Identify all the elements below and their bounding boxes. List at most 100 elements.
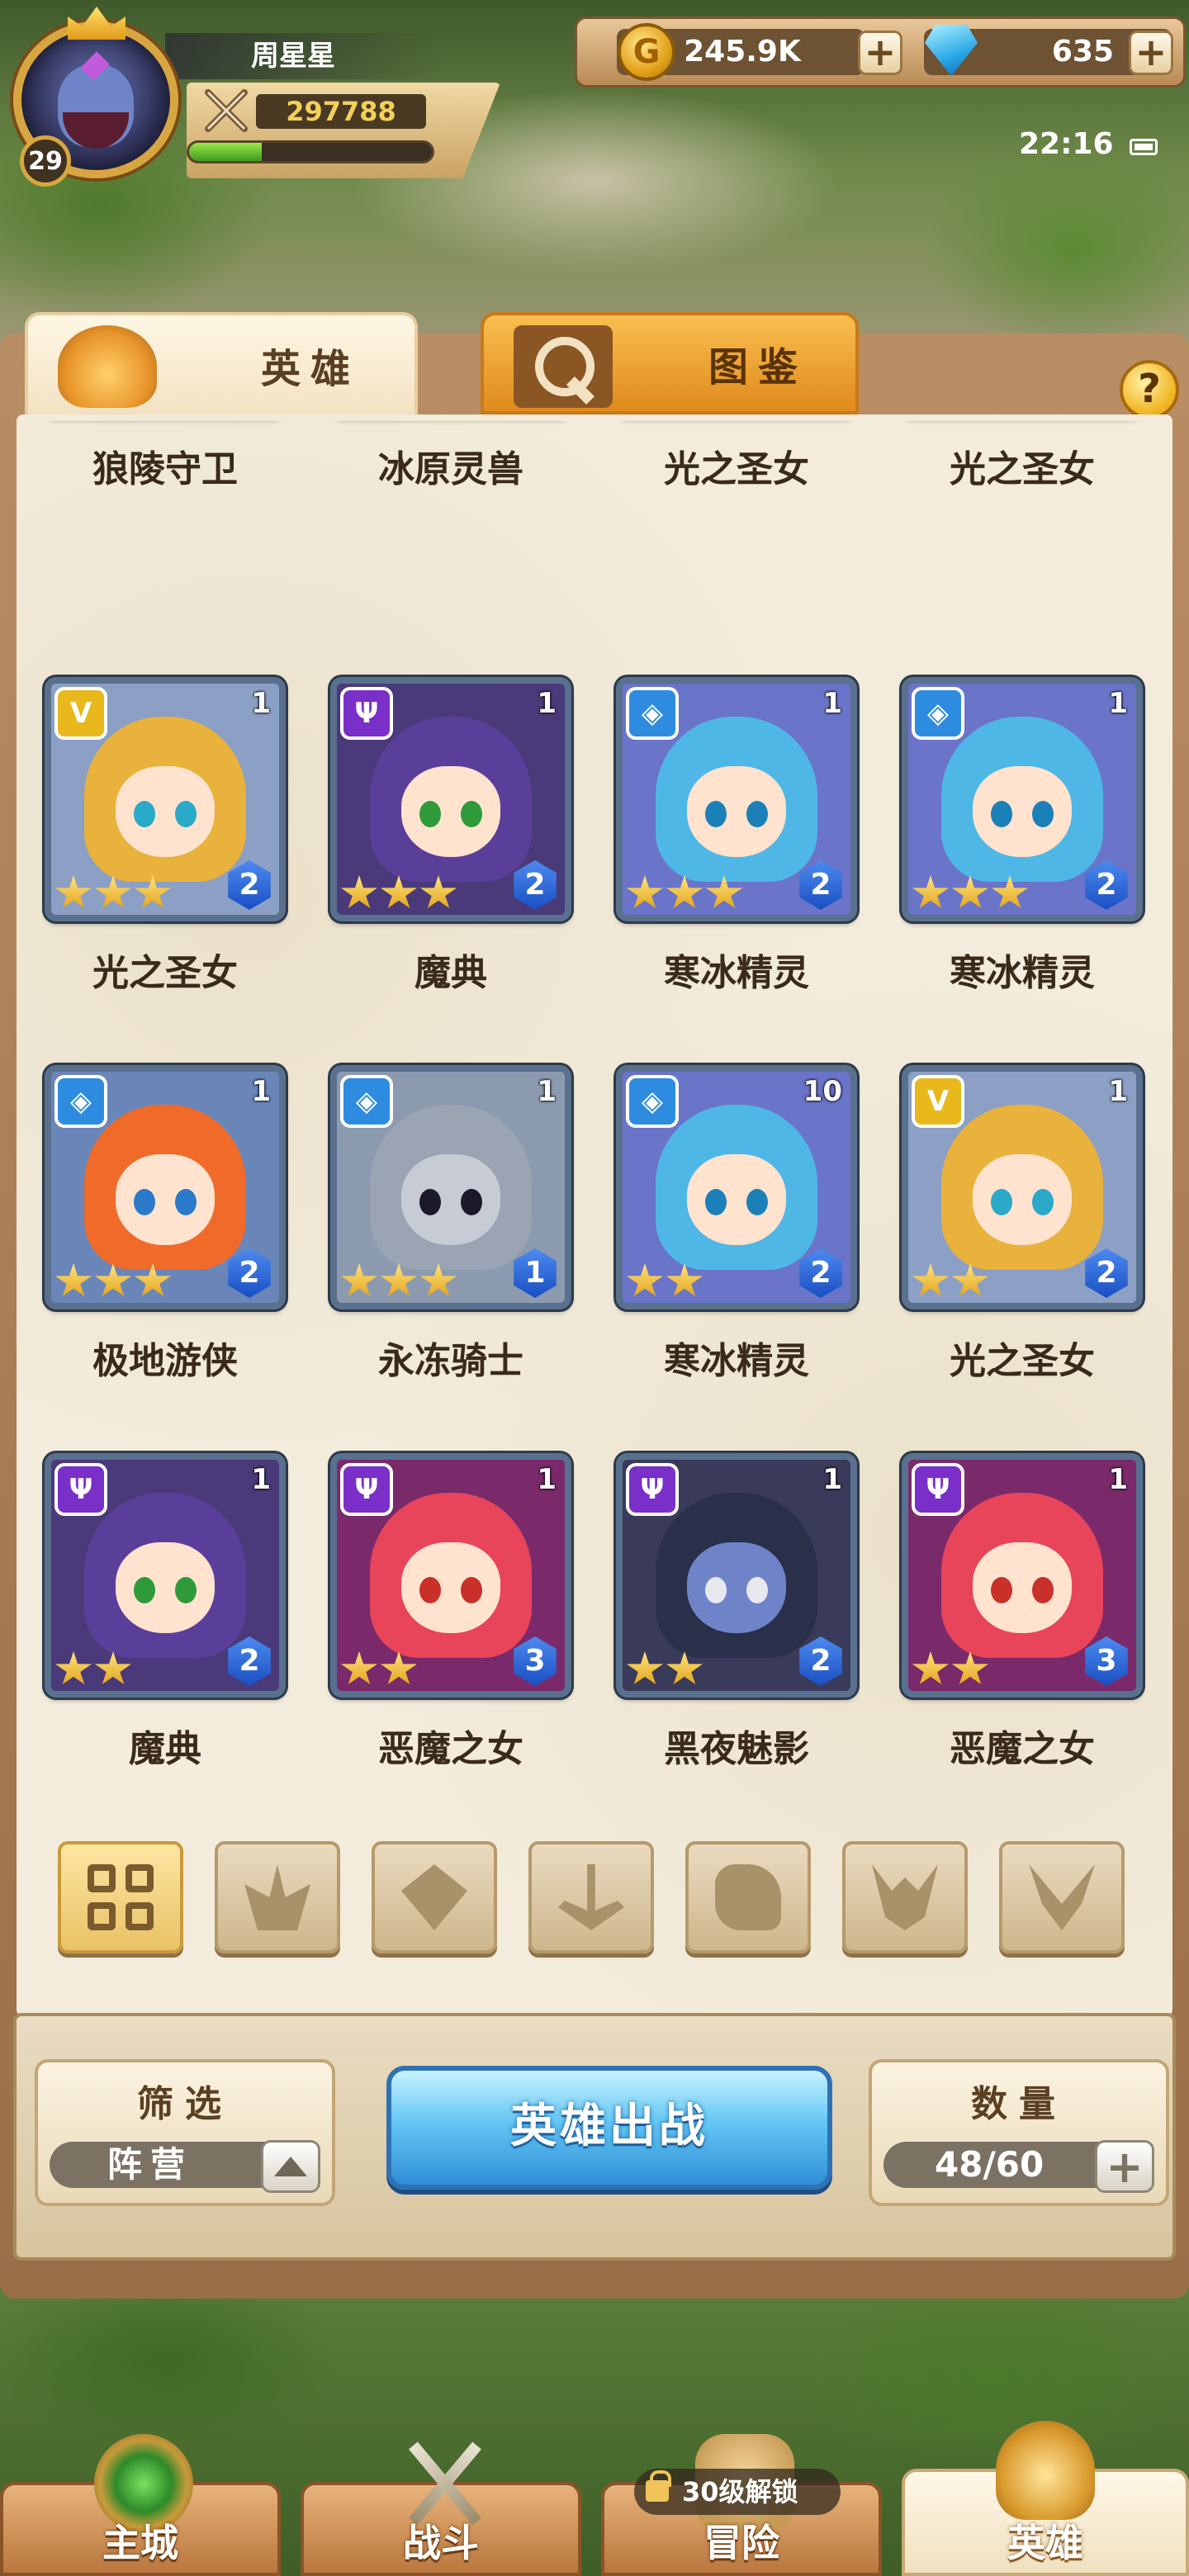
hero-face (687, 1154, 786, 1245)
nav-battle-label: 战斗 (403, 2521, 479, 2565)
demon-faction-icon: Ψ (626, 1463, 679, 1516)
hero-helmet-icon (996, 2421, 1095, 2520)
filter-beast-button[interactable] (685, 1841, 811, 1953)
hero-name: 永冻骑士 (378, 1340, 523, 1382)
hero-name: 恶魔之女 (950, 1728, 1095, 1770)
player-name: 周星星 (165, 33, 446, 79)
hero-card[interactable]: 3狼陵守卫 (17, 421, 297, 520)
exp-bar (187, 140, 434, 163)
hero-eye (746, 801, 768, 827)
light-icon (1029, 1864, 1095, 1930)
light-faction-icon: V (54, 687, 107, 740)
hero-card[interactable]: Ψ 1 2 黑夜魅影 (588, 1453, 869, 1800)
hero-face (401, 766, 500, 857)
player-avatar[interactable]: 29 (8, 7, 190, 187)
nav-main-city[interactable]: 主城 (0, 2434, 281, 2576)
filter-light-button[interactable] (999, 1841, 1125, 1953)
tab-codex[interactable]: 图鉴 (481, 312, 859, 414)
filter-toggle-button[interactable] (261, 2140, 320, 2193)
anchor-icon (558, 1864, 624, 1930)
hero-name: 光之圣女 (950, 1340, 1095, 1382)
hero-card[interactable]: 2冰原灵兽 (302, 421, 583, 520)
hero-card[interactable]: ◈ 1 1 永冻骑士 (302, 1065, 583, 1412)
expand-capacity-button[interactable]: + (1095, 2140, 1154, 2193)
hero-portrait-frame: Ψ12 (45, 1453, 286, 1698)
faction-filter-bar (58, 1841, 1125, 1953)
star-icon (666, 875, 703, 909)
hero-star-rating (54, 1263, 172, 1300)
hero-eye (746, 1189, 768, 1215)
star-icon (94, 1651, 132, 1685)
hero-card[interactable]: Ψ 1 2 魔典 (302, 677, 583, 1024)
tab-heroes[interactable]: 英雄 (25, 312, 418, 414)
nav-heroes[interactable]: 英雄 (902, 2421, 1189, 2576)
hero-card[interactable]: V 1 2 光之圣女 (874, 1065, 1154, 1412)
sort-filter-box: 筛选 阵营 (35, 2059, 335, 2206)
hero-face (401, 1542, 500, 1633)
deploy-heroes-button[interactable]: 英雄出战 (386, 2066, 832, 2190)
hero-copy-count: 1 (822, 687, 842, 720)
hero-name: 黑夜魅影 (664, 1728, 809, 1770)
hero-card[interactable]: Ψ 1 3 恶魔之女 (874, 1453, 1154, 1800)
hero-card[interactable]: V 1 2 光之圣女 (17, 677, 297, 1024)
hero-star-rating (340, 1651, 418, 1688)
demon-faction-icon: Ψ (912, 1463, 964, 1516)
hero-grid[interactable]: 3狼陵守卫2冰原灵兽光之圣女光之圣女V12光之圣女Ψ12魔典◈12寒冰精灵◈12… (17, 421, 1172, 1808)
star-icon (419, 1263, 457, 1297)
hero-name: 冰原灵兽 (378, 448, 523, 490)
hero-copy-count: 1 (1108, 1463, 1128, 1496)
star-icon (94, 875, 132, 909)
all-grid-icon (88, 1864, 154, 1930)
star-icon (340, 875, 378, 909)
hero-copy-count: 1 (1108, 687, 1128, 720)
hero-eye (175, 801, 197, 827)
hero-face (973, 1542, 1072, 1633)
hero-card[interactable]: ◈ 10 2 寒冰精灵 (588, 1065, 869, 1412)
hero-card[interactable]: ◈ 1 2 寒冰精灵 (874, 677, 1154, 1024)
hero-copy-count: 1 (822, 1463, 842, 1496)
ice-faction-icon: ◈ (340, 1075, 393, 1128)
hero-copy-count: 1 (537, 1463, 557, 1496)
ice-faction-icon: ◈ (54, 1075, 107, 1128)
hero-name: 光之圣女 (664, 448, 809, 490)
filter-all-button[interactable] (58, 1841, 183, 1953)
combat-power: 297788 (256, 94, 426, 129)
filter-anchor-button[interactable] (528, 1841, 654, 1953)
hero-card[interactable]: ◈ 1 2 寒冰精灵 (588, 677, 869, 1024)
clock: 22:16 (1019, 127, 1114, 161)
star-icon (626, 1651, 664, 1685)
demon-faction-icon: Ψ (54, 1463, 107, 1516)
hero-face (116, 766, 215, 857)
nav-main-city-label: 主城 (102, 2521, 178, 2565)
hero-eye (134, 1577, 155, 1603)
demon-faction-icon: Ψ (340, 687, 393, 740)
hero-eye (991, 1189, 1012, 1215)
hero-face (401, 1154, 500, 1245)
help-button[interactable]: ? (1120, 360, 1179, 419)
hero-portrait-frame: V12 (45, 677, 286, 921)
add-gems-button[interactable]: + (1129, 31, 1173, 75)
bottom-navigation: 主城 战斗 冒险 英雄 (0, 2421, 1189, 2576)
star-icon (340, 1263, 378, 1297)
exp-bar-fill (189, 143, 263, 161)
hero-name: 魔典 (414, 952, 487, 994)
star-icon (340, 1651, 378, 1685)
filter-ice-button[interactable] (372, 1841, 497, 1953)
filter-demon-button[interactable] (842, 1841, 968, 1953)
hero-card[interactable]: ◈ 1 2 极地游侠 (17, 1065, 297, 1412)
hero-card[interactable]: 光之圣女 (874, 421, 1154, 520)
nav-adventure-label: 冒险 (703, 2521, 779, 2565)
hero-portrait-frame: ◈ 1 2 (902, 677, 1143, 921)
star-icon (626, 875, 664, 909)
hero-card[interactable]: 光之圣女 (588, 421, 869, 520)
hero-card[interactable]: Ψ 1 2 魔典 (17, 1453, 297, 1800)
nav-battle[interactable]: 战斗 (301, 2482, 581, 2576)
filter-title: 筛选 (137, 2083, 233, 2125)
magnifier-icon (514, 325, 613, 408)
demon-icon (872, 1864, 938, 1930)
hero-eye (419, 801, 441, 827)
add-gold-button[interactable]: + (858, 31, 902, 75)
star-icon (54, 1651, 92, 1685)
hero-card[interactable]: Ψ 1 3 恶魔之女 (302, 1453, 583, 1800)
filter-nature-button[interactable] (215, 1841, 340, 1953)
